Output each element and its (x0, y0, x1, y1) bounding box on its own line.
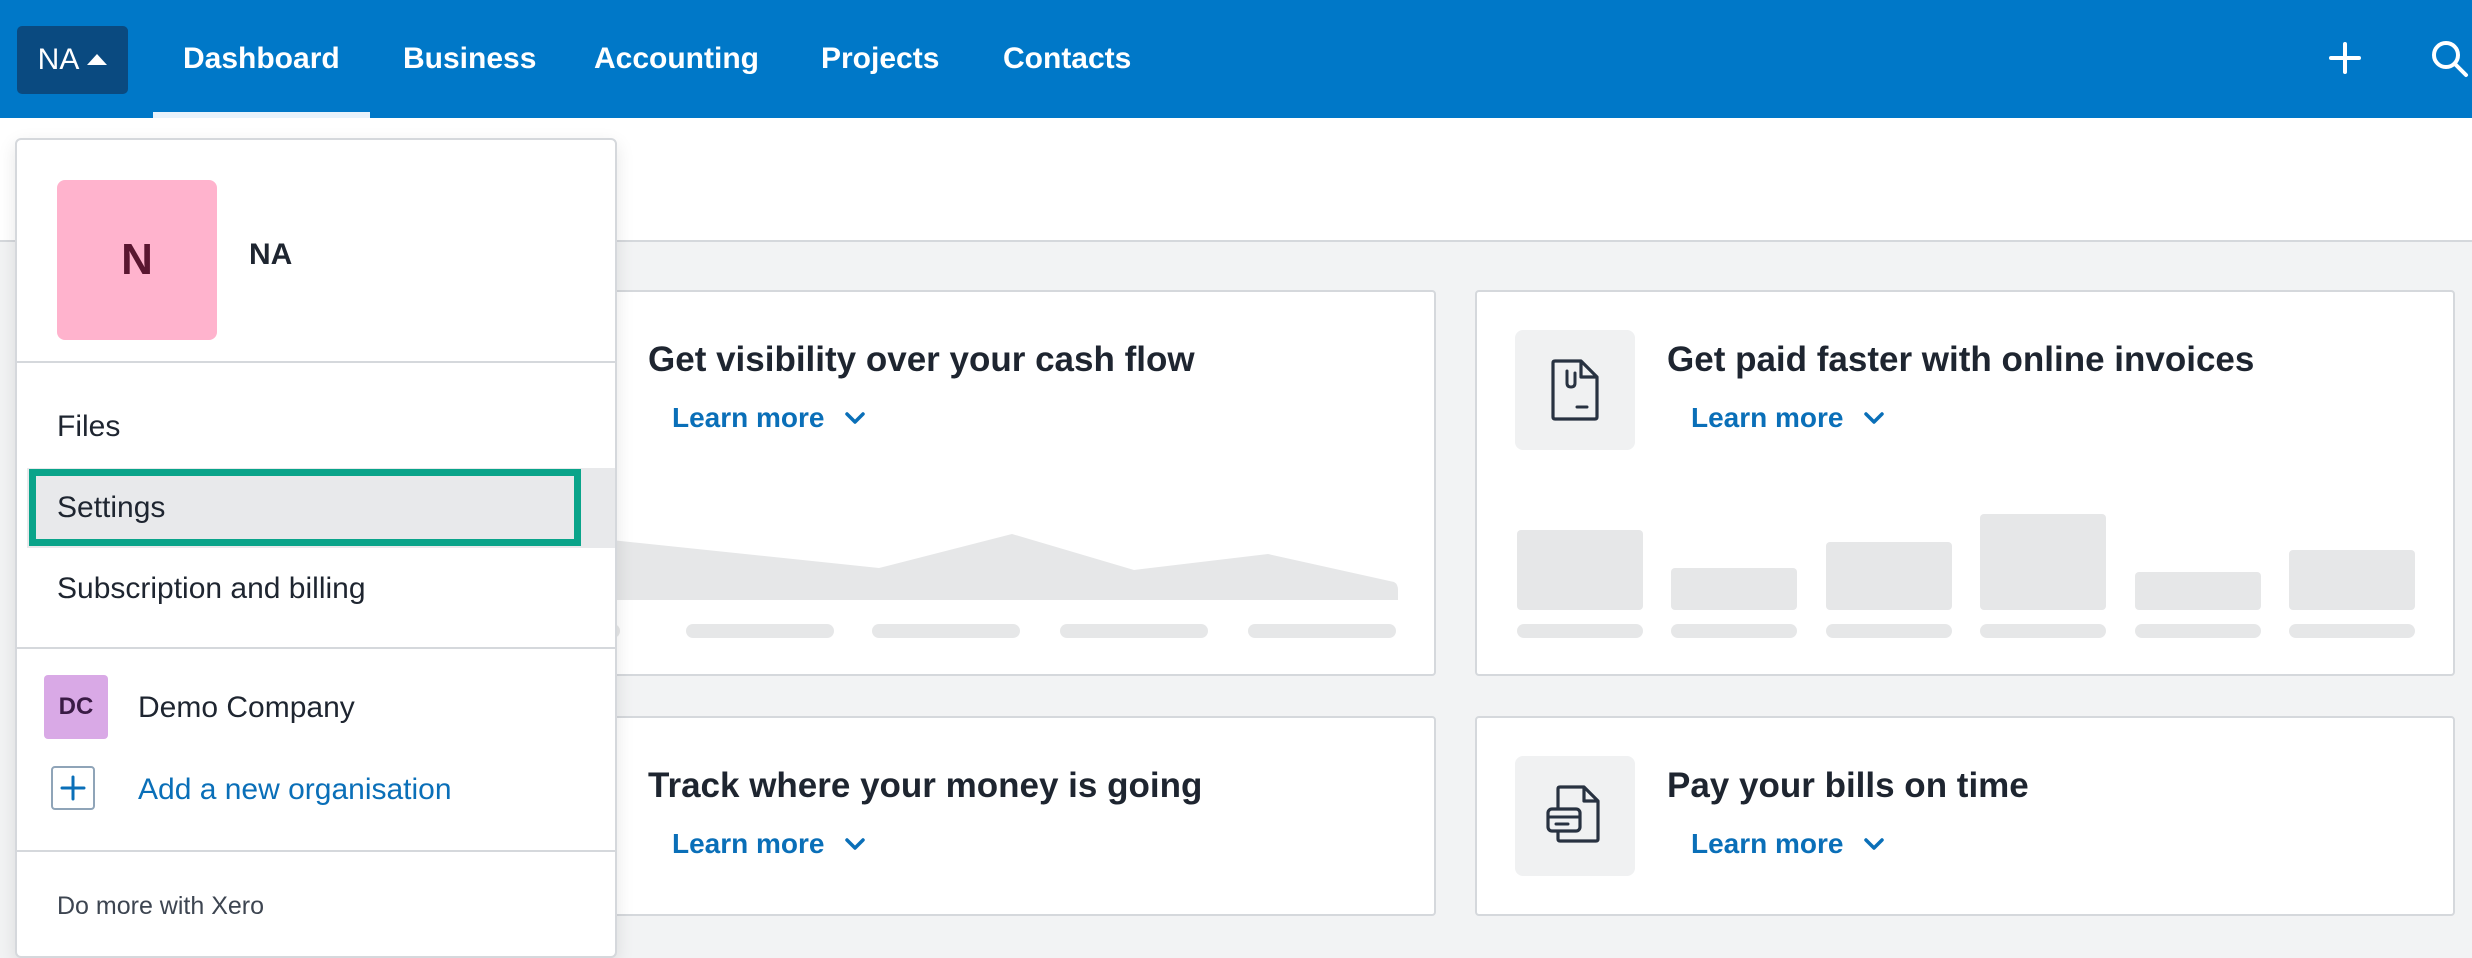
search-icon[interactable] (2426, 35, 2472, 81)
axis-tick (1060, 624, 1208, 638)
card-title: Get visibility over your cash flow (648, 340, 1195, 379)
do-more-with-xero-heading: Do more with Xero (57, 892, 265, 920)
tab-contacts[interactable]: Contacts (1003, 0, 1131, 118)
cash-flow-illustration (592, 534, 1398, 600)
caret-up-icon (87, 53, 108, 65)
add-organisation-icon[interactable] (51, 766, 95, 810)
chart-bar (2289, 550, 2415, 610)
card-online-invoices: Get paid faster with online invoices Lea… (1475, 290, 2455, 676)
axis-tick (1826, 624, 1952, 638)
card-title: Get paid faster with online invoices (1667, 340, 2255, 379)
chevron-down-icon (844, 412, 865, 424)
chart-bar (2135, 572, 2261, 610)
org-avatar-initials: DC (58, 693, 94, 720)
card-pay-bills: Pay your bills on time Learn more (1475, 716, 2455, 916)
chart-bar (1517, 530, 1643, 610)
axis-tick (1671, 624, 1797, 638)
tab-projects[interactable]: Projects (821, 0, 939, 118)
tab-business-label: Business (403, 42, 537, 75)
card-title: Pay your bills on time (1667, 766, 2029, 805)
chart-bar (1671, 568, 1797, 610)
learn-more-link[interactable]: Learn more (1691, 828, 1886, 860)
bill-icon-tile (1515, 756, 1635, 876)
menu-item-files[interactable]: Files (57, 410, 120, 444)
org-dropdown-menu: N NA Files Settings Subscription and bil… (15, 138, 617, 958)
org-menu-label: NA (37, 43, 80, 76)
tab-projects-label: Projects (821, 42, 940, 75)
tab-accounting[interactable]: Accounting (594, 0, 759, 118)
learn-more-label: Learn more (672, 402, 825, 433)
axis-tick (1248, 624, 1396, 638)
org-menu-button[interactable]: NA (17, 26, 128, 94)
card-track-money: Track where your money is going Learn mo… (590, 716, 1436, 916)
org-avatar[interactable]: DC (44, 675, 108, 739)
axis-tick (2135, 624, 2261, 638)
divider (17, 850, 615, 852)
chevron-down-icon (1863, 838, 1884, 850)
add-organisation-link[interactable]: Add a new organisation (138, 773, 452, 807)
invoice-icon (1551, 359, 1599, 421)
avatar-initial: N (121, 235, 153, 284)
org-item-demo-company[interactable]: Demo Company (138, 691, 355, 725)
chart-bar (1826, 542, 1952, 610)
card-cash-flow: Get visibility over your cash flow Learn… (590, 290, 1436, 676)
menu-item-subscription[interactable]: Subscription and billing (57, 572, 366, 606)
tab-dashboard-label: Dashboard (183, 42, 340, 75)
chart-bar (1980, 514, 2106, 610)
bill-icon (1546, 785, 1600, 843)
learn-more-link[interactable]: Learn more (672, 402, 867, 434)
learn-more-label: Learn more (1691, 828, 1844, 859)
axis-tick (1517, 624, 1643, 638)
axis-tick (872, 624, 1020, 638)
divider (17, 647, 615, 649)
chevron-down-icon (1863, 412, 1884, 424)
invoice-icon-tile (1515, 330, 1635, 450)
plus-icon (60, 775, 86, 801)
learn-more-link[interactable]: Learn more (1691, 402, 1886, 434)
learn-more-link[interactable]: Learn more (672, 828, 867, 860)
avatar: N (57, 180, 217, 340)
learn-more-label: Learn more (1691, 402, 1844, 433)
card-title: Track where your money is going (648, 766, 1203, 805)
axis-tick (686, 624, 834, 638)
top-navigation: NA Dashboard Business Accounting Project… (0, 0, 2472, 118)
tab-dashboard[interactable]: Dashboard (153, 0, 370, 118)
chevron-down-icon (844, 838, 865, 850)
tab-contacts-label: Contacts (1003, 42, 1132, 75)
axis-tick (1980, 624, 2106, 638)
tab-accounting-label: Accounting (594, 42, 759, 75)
profile-name: NA (249, 238, 293, 271)
divider (17, 361, 615, 363)
tab-business[interactable]: Business (403, 0, 536, 118)
settings-highlight (29, 469, 581, 546)
learn-more-label: Learn more (672, 828, 825, 859)
plus-icon[interactable] (2322, 35, 2368, 81)
axis-tick (2289, 624, 2415, 638)
